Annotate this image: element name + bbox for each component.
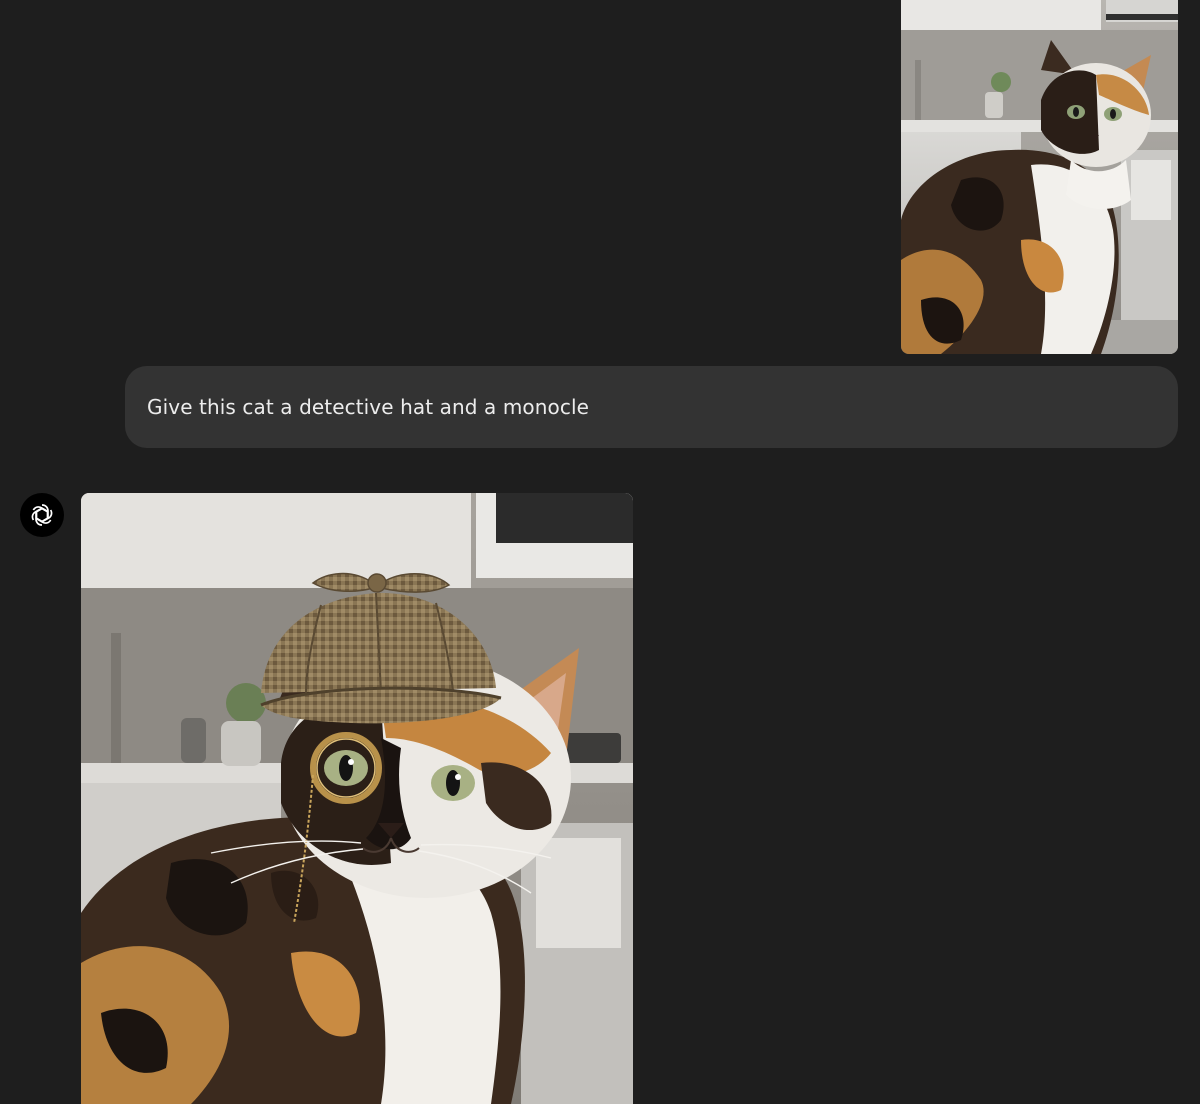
- calico-cat-detective-photo: [81, 493, 633, 1104]
- user-message-text: Give this cat a detective hat and a mono…: [147, 395, 590, 419]
- chat-thread: Give this cat a detective hat and a mono…: [0, 0, 1200, 1104]
- assistant-generated-image[interactable]: [81, 493, 633, 1104]
- assistant-avatar: [20, 493, 64, 537]
- user-message-bubble: Give this cat a detective hat and a mono…: [125, 366, 1178, 448]
- user-uploaded-image[interactable]: [901, 0, 1178, 354]
- openai-logo-icon: [31, 504, 53, 526]
- calico-cat-photo: [901, 0, 1178, 354]
